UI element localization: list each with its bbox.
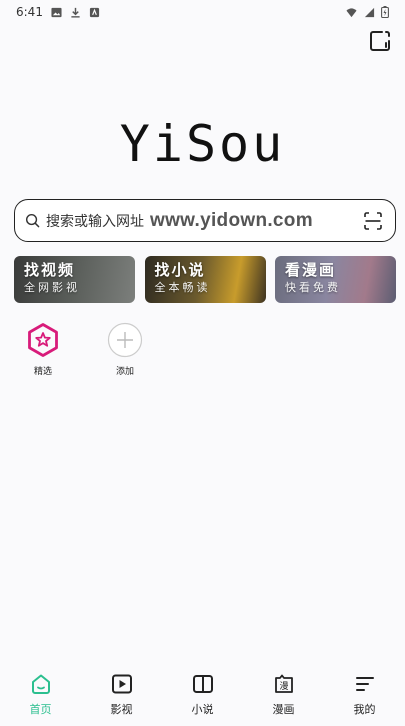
battery-icon [381, 6, 389, 18]
nav-video[interactable]: 影视 [92, 672, 152, 717]
image-notification-icon [51, 7, 62, 17]
shortcut-featured[interactable]: 精选 [22, 322, 64, 377]
shortcut-grid: 精选 添加 [22, 322, 146, 377]
wifi-icon [346, 7, 357, 17]
nav-label: 我的 [353, 703, 376, 716]
card-subtitle: 快看免费 [285, 281, 341, 294]
search-placeholder[interactable]: 搜索或输入网址 [46, 211, 144, 231]
card-title: 看漫画 [285, 261, 337, 279]
app-logo: YiSou [119, 115, 286, 173]
card-title: 找小说 [154, 261, 206, 279]
card-subtitle: 全本畅读 [154, 281, 211, 294]
play-icon [110, 672, 134, 696]
find-video-card[interactable]: 找视频 全网影视 [14, 256, 135, 303]
home-icon [29, 672, 53, 696]
app-notification-icon [89, 7, 100, 17]
download-notification-icon [71, 7, 80, 18]
shortcut-label: 精选 [33, 367, 52, 377]
comic-glyph: 漫 [279, 680, 288, 692]
nav-label: 小说 [191, 703, 214, 716]
search-bar[interactable]: 搜索或输入网址 www.yidown.com [14, 199, 396, 242]
nav-novel[interactable]: 小说 [173, 672, 233, 717]
nav-home[interactable]: 首页 [11, 672, 71, 717]
book-icon [191, 672, 215, 696]
signal-icon [364, 7, 375, 17]
search-icon [25, 213, 40, 228]
plus-circle-icon [107, 322, 143, 358]
status-time: 6:41 [16, 5, 43, 19]
find-novel-card[interactable]: 找小说 全本畅读 [144, 256, 266, 303]
nav-mine[interactable]: 我的 [335, 672, 395, 717]
nav-label: 影视 [110, 703, 133, 716]
star-hexagon-icon [25, 322, 61, 358]
scan-button[interactable] [361, 209, 385, 233]
read-comic-card[interactable]: 看漫画 快看免费 [275, 256, 396, 303]
comic-icon: 漫 [272, 672, 296, 696]
menu-lines-icon [353, 672, 377, 696]
category-cards: 找视频 全网影视 找小说 全本畅读 看漫画 快看免费 [14, 256, 396, 303]
nav-label: 首页 [29, 703, 52, 716]
status-bar: 6:41 [0, 0, 405, 24]
card-subtitle: 全网影视 [24, 281, 80, 294]
scan-icon [364, 211, 382, 230]
bottom-nav: 首页 影视 小说 漫 漫画 我的 [0, 664, 405, 726]
tabs-icon [370, 31, 390, 51]
shortcut-add[interactable]: 添加 [104, 322, 146, 377]
card-title: 找视频 [24, 261, 76, 279]
nav-comic[interactable]: 漫 漫画 [254, 672, 314, 717]
watermark-text: www.yidown.com [150, 209, 313, 231]
tabs-button[interactable] [367, 28, 393, 54]
shortcut-label: 添加 [115, 367, 134, 377]
nav-label: 漫画 [272, 703, 295, 716]
